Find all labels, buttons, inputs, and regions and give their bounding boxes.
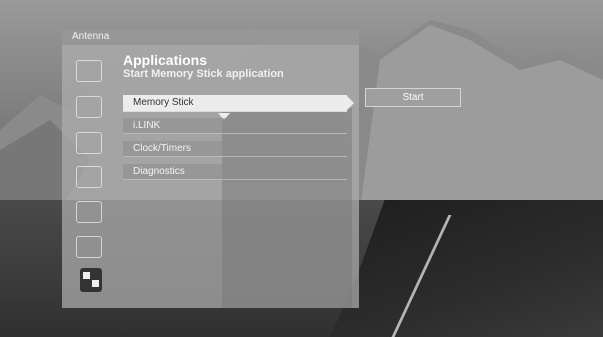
menu-item-diagnostics[interactable]: Diagnostics — [123, 164, 347, 180]
start-button[interactable]: Start — [365, 88, 461, 107]
page-title: Applications — [123, 52, 208, 68]
menu-item-memory-stick[interactable]: Memory Stick — [123, 95, 347, 112]
picture-icon[interactable] — [76, 132, 102, 154]
speaker-icon[interactable] — [76, 201, 102, 223]
sound-icon[interactable] — [76, 166, 102, 188]
menu-item-clock-timers[interactable]: Clock/Timers — [123, 141, 347, 157]
tv-icon[interactable] — [76, 236, 102, 258]
selection-arrow-icon — [346, 95, 354, 111]
applications-icon[interactable] — [80, 268, 102, 292]
page-subtitle: Start Memory Stick application — [123, 68, 284, 80]
menu-header-title: Antenna — [72, 31, 110, 42]
tv-screen: Antenna Applications Start Memory Stick … — [0, 0, 603, 337]
tools-icon[interactable] — [76, 96, 102, 118]
menu-item-ilink[interactable]: i.LINK — [123, 118, 347, 134]
antenna-icon[interactable] — [76, 60, 102, 82]
submenu-backdrop — [222, 108, 352, 308]
